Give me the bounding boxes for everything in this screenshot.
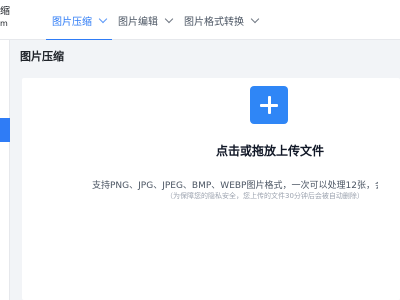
chevron-down-icon bbox=[250, 14, 260, 23]
sidebar bbox=[0, 40, 10, 300]
chevron-down-icon bbox=[98, 14, 108, 23]
nav-label: 图片压缩 bbox=[52, 16, 92, 28]
privacy-note: （为保障您的隐私安全，您上传的文件30分钟后会被自动删除） bbox=[166, 192, 364, 200]
main-nav: 图片压缩 图片编辑 图片格式转换 bbox=[46, 0, 264, 41]
page-header: 图片压缩 bbox=[10, 40, 400, 72]
nav-image-compress[interactable]: 图片压缩 bbox=[46, 0, 112, 41]
nav-label: 图片编辑 bbox=[118, 16, 158, 28]
upload-button[interactable] bbox=[250, 86, 288, 124]
nav-image-edit[interactable]: 图片编辑 bbox=[112, 0, 178, 40]
nav-label: 图片格式转换 bbox=[184, 16, 244, 28]
chevron-down-icon bbox=[164, 14, 174, 23]
supported-formats-text: 支持PNG、JPG、JPEG、BMP、WEBP图片格式，一次可以处理12张，会员 bbox=[92, 181, 378, 191]
logo-subtitle: m bbox=[0, 19, 8, 28]
top-bar: 缩 m 图片压缩 图片编辑 图片格式转换 bbox=[0, 0, 400, 41]
page-title: 图片压缩 bbox=[20, 50, 64, 63]
plus-icon-vertical bbox=[267, 96, 271, 114]
logo-title[interactable]: 缩 bbox=[0, 6, 22, 18]
app-page: 缩 m 图片压缩 图片编辑 图片格式转换 图片压缩 点击或拖放上传文件 支持PN… bbox=[0, 0, 400, 300]
nav-image-convert[interactable]: 图片格式转换 bbox=[178, 0, 264, 40]
sidebar-active-item[interactable] bbox=[0, 118, 10, 142]
upload-title[interactable]: 点击或拖放上传文件 bbox=[210, 142, 330, 159]
